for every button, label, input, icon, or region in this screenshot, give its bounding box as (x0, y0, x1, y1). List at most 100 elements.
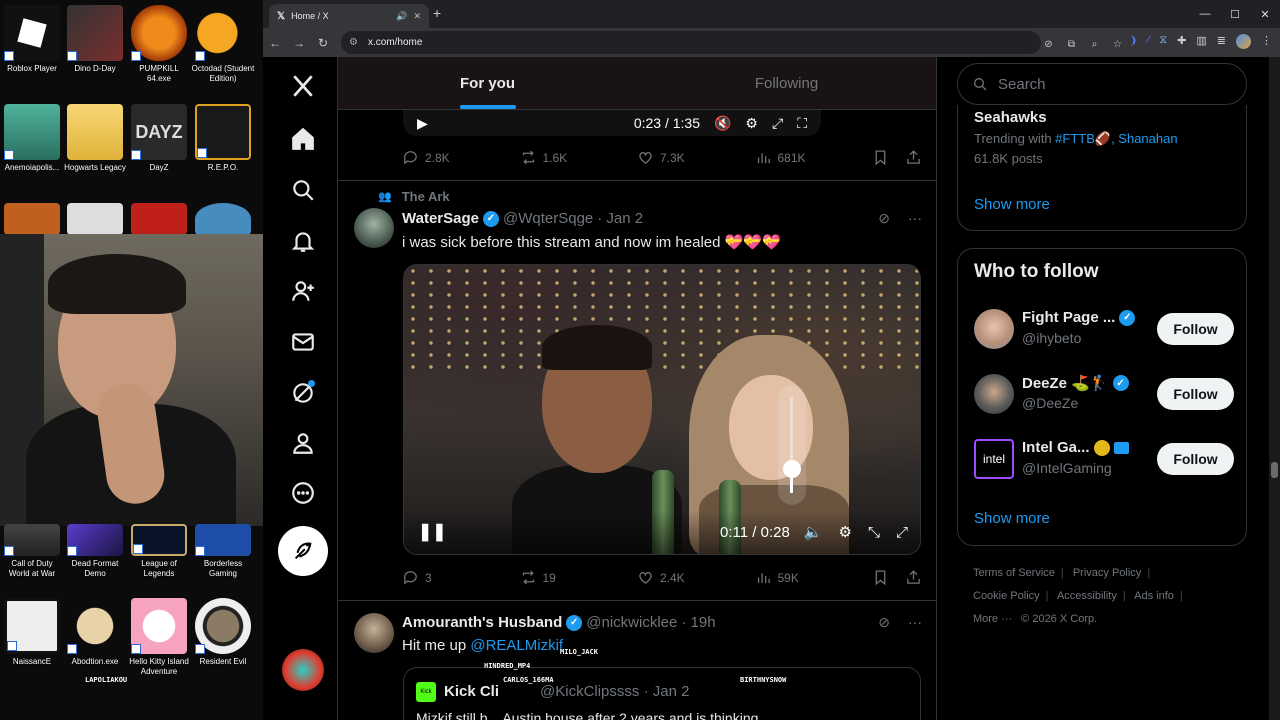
desktop-icon-pumpkill[interactable]: PUMPKILL 64.exe (127, 5, 191, 84)
more-icon[interactable] (277, 470, 329, 516)
social-context[interactable]: 👥 The Ark (378, 189, 450, 204)
bookmark-icon[interactable] (872, 149, 889, 166)
side-panel-icon[interactable]: ▥ (1196, 34, 1206, 49)
reply-button[interactable]: 3 (402, 569, 520, 586)
x-logo-icon[interactable] (277, 63, 329, 109)
terms-link[interactable]: Terms of Service (973, 567, 1055, 579)
search-box[interactable]: Search (957, 63, 1247, 105)
like-button[interactable]: 7.3K (637, 149, 755, 166)
like-button[interactable]: 2.4K (637, 569, 755, 586)
extensions-puzzle-icon[interactable]: ✚ (1177, 34, 1186, 49)
desktop-icon-abodtion[interactable]: Abodtion.exe (63, 598, 127, 667)
desktop-icon-hogwarts[interactable]: Hogwarts Legacy (63, 104, 127, 173)
extension-3-icon[interactable]: ⧖ (1159, 34, 1167, 49)
account-avatar[interactable] (282, 649, 324, 691)
reload-icon[interactable]: ↻ (311, 36, 335, 50)
fullscreen-icon[interactable]: ⛶ (797, 115, 807, 132)
grok-explain-icon[interactable]: ⊘ (878, 210, 890, 227)
privacy-link[interactable]: Privacy Policy (1073, 567, 1141, 579)
verified-badge-icon[interactable]: ✓ (482, 210, 499, 227)
desktop-icon-anemoiapolis[interactable]: Anemoiapolis... (0, 104, 64, 173)
volume-knob[interactable] (783, 460, 801, 478)
messages-icon[interactable] (277, 319, 329, 365)
chrome-menu-icon[interactable]: ⋮ (1261, 34, 1272, 49)
search-icon[interactable] (277, 167, 329, 213)
tweet-author-avatar[interactable] (354, 208, 394, 248)
fullscreen-video-icon[interactable]: ⤢ (896, 524, 908, 541)
share-icon[interactable] (905, 569, 922, 586)
bookmark-star-icon[interactable]: ☆ (1110, 37, 1125, 52)
install-app-icon[interactable]: ⧉ (1064, 37, 1079, 52)
scrollbar-thumb[interactable] (1271, 462, 1278, 478)
desktop-icon-tf[interactable] (0, 203, 64, 235)
accessibility-link[interactable]: Accessibility (1057, 590, 1117, 602)
follow-button[interactable]: Follow (1157, 313, 1234, 345)
repost-button[interactable]: 19 (520, 569, 638, 586)
follow-suggestion[interactable]: Fight Page ... ✓ @ihybeto Follow (974, 307, 1234, 351)
share-icon[interactable] (905, 149, 922, 166)
desktop-icon-residentevil[interactable]: Resident Evil (191, 598, 255, 667)
mention-link[interactable]: @REALMizkif (470, 637, 563, 654)
follow-button[interactable]: Follow (1157, 378, 1234, 410)
show-more-trends-link[interactable]: Show more (974, 196, 1050, 213)
desktop-icon-repo[interactable]: R.E.P.O. (191, 104, 255, 173)
desktop-icon-godot[interactable] (191, 203, 255, 235)
tweet-more-icon[interactable]: ··· (908, 210, 922, 227)
settings-icon[interactable]: ⚙ (745, 115, 758, 132)
follow-people-icon[interactable] (277, 268, 329, 314)
author-handle[interactable]: @WqterSqge (503, 210, 593, 227)
suggestion-avatar[interactable] (974, 309, 1014, 349)
desktop-icon-naissance[interactable]: NaissancE (0, 598, 64, 667)
notifications-icon[interactable] (277, 218, 329, 264)
back-icon[interactable]: ← (263, 36, 287, 50)
pause-icon[interactable]: ❚❚ (418, 522, 447, 542)
author-name[interactable]: WaterSage (402, 210, 479, 227)
suggestion-name[interactable]: DeeZe ⛳🏌️ (1022, 374, 1109, 392)
chrome-profile-avatar[interactable] (1236, 34, 1251, 49)
suggestion-name[interactable]: Fight Page ... (1022, 309, 1115, 326)
video-settings-icon[interactable]: ⚙ (839, 523, 852, 541)
address-bar[interactable]: ⚙ x.com/home ⊘ ⧉ ⌕ ☆ (341, 31, 1122, 54)
more-footer-link[interactable]: More ··· (973, 613, 1012, 625)
volume-slider[interactable] (778, 385, 806, 505)
browser-tab[interactable]: 𝕏 Home / X 🔊 ✕ (269, 4, 429, 28)
page-scrollbar[interactable] (1269, 57, 1280, 720)
new-tab-icon[interactable]: + (433, 5, 441, 21)
views-button[interactable]: 681K (755, 149, 873, 166)
desktop-icon-cat[interactable] (63, 203, 127, 235)
extension-2-icon[interactable]: ⁄ (1148, 34, 1150, 49)
bookmark-icon[interactable] (872, 569, 889, 586)
tweet-date[interactable]: · Jan 2 (597, 210, 643, 227)
desktop-icon-roblox[interactable]: Roblox Player (0, 5, 64, 74)
desktop-icon-hellokitty[interactable]: Hello Kitty Island Adventure (127, 598, 191, 677)
profile-icon[interactable] (277, 420, 329, 466)
zoom-icon[interactable]: ⌕ (1087, 37, 1102, 52)
author-handle[interactable]: @nickwicklee (586, 614, 677, 631)
desktop-icon-dino-dday[interactable]: Dino D-Day (63, 5, 127, 74)
tweet-date[interactable]: · 19h (681, 614, 715, 631)
mute-icon[interactable]: 🔇 (714, 115, 731, 132)
close-window-icon[interactable]: ✕ (1250, 0, 1280, 28)
follow-suggestion[interactable]: DeeZe ⛳🏌️ ✓ @DeeZe Follow (974, 372, 1234, 416)
desktop-icon-cod[interactable]: Call of Duty World at War (0, 524, 64, 579)
tweet-video[interactable]: ❚❚ 0:11 / 0:28 🔈 ⚙ ⤡ ⤢ (403, 264, 921, 555)
verified-badge-icon[interactable]: ✓ (566, 614, 583, 631)
maximize-icon[interactable]: ☐ (1220, 0, 1250, 28)
site-info-icon[interactable]: ⚙ (349, 37, 358, 48)
play-icon[interactable]: ▶ (417, 115, 428, 132)
views-button[interactable]: 59K (755, 569, 873, 586)
forward-icon[interactable]: → (287, 36, 311, 50)
volume-icon[interactable]: 🔈 (804, 523, 823, 541)
grok-icon[interactable] (277, 370, 329, 416)
ads-info-link[interactable]: Ads info (1134, 590, 1174, 602)
desktop-icon-rust[interactable] (127, 203, 191, 235)
desktop-icon-octodad[interactable]: Octodad (Student Edition) (191, 5, 255, 84)
suggestion-name[interactable]: Intel Ga... (1022, 439, 1090, 456)
show-more-follows-link[interactable]: Show more (974, 510, 1050, 527)
tab-audio-icon[interactable]: 🔊 (396, 11, 407, 22)
tab-following[interactable]: Following (637, 57, 936, 109)
follow-button[interactable]: Follow (1157, 443, 1234, 475)
tab-search-icon[interactable]: ≣ (1217, 34, 1226, 49)
tweet-author-avatar[interactable] (354, 613, 394, 653)
desktop-icon-lol[interactable]: League of Legends (127, 524, 191, 579)
